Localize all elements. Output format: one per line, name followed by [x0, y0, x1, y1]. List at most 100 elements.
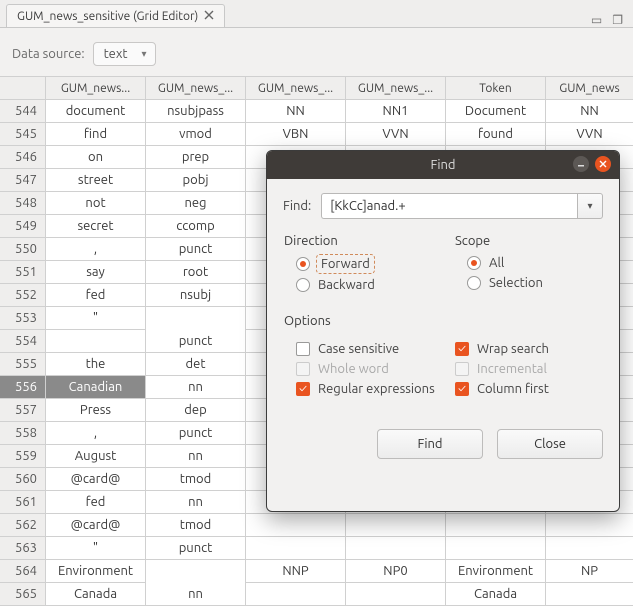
grid-cell[interactable]: nsubj	[146, 284, 246, 307]
grid-cell[interactable]: "	[46, 307, 146, 330]
grid-cell[interactable]: Press	[46, 399, 146, 422]
option-column-first[interactable]: Column first	[455, 382, 602, 396]
grid-cell[interactable]: on	[46, 146, 146, 169]
close-button[interactable]: Close	[497, 429, 603, 459]
row-number[interactable]: 556	[0, 376, 46, 399]
row-number[interactable]: 557	[0, 399, 46, 422]
grid-cell[interactable]: document	[46, 100, 146, 123]
find-input[interactable]	[321, 193, 577, 219]
row-number[interactable]: 561	[0, 491, 46, 514]
row-number[interactable]: 547	[0, 169, 46, 192]
row-number[interactable]: 549	[0, 215, 46, 238]
grid-cell[interactable]: NP0	[346, 560, 446, 583]
grid-cell[interactable]	[246, 514, 346, 537]
grid-cell[interactable]: ,	[46, 422, 146, 445]
col-header[interactable]: GUM_news_...	[246, 77, 346, 100]
grid-cell[interactable]: fed	[46, 284, 146, 307]
grid-cell[interactable]: nn	[146, 491, 246, 514]
grid-cell[interactable]: VVN	[346, 123, 446, 146]
grid-cell[interactable]: fed	[46, 491, 146, 514]
maximize-icon[interactable]: ❐	[612, 13, 623, 27]
col-header[interactable]: GUM_news...	[46, 77, 146, 100]
row-number[interactable]: 558	[0, 422, 46, 445]
grid-cell[interactable]: NNP	[246, 560, 346, 583]
grid-cell[interactable]	[546, 514, 633, 537]
grid-cell[interactable]: Environment	[46, 560, 146, 583]
close-icon[interactable]	[595, 156, 611, 172]
row-number[interactable]: 545	[0, 123, 46, 146]
grid-cell[interactable]: Canada	[446, 583, 546, 606]
row-number[interactable]: 551	[0, 261, 46, 284]
grid-cell[interactable]	[346, 514, 446, 537]
grid-cell[interactable]: dep	[146, 399, 246, 422]
table-row[interactable]: 545findvmodVBNVVNfoundVVN	[0, 123, 633, 146]
scope-selection[interactable]: Selection	[467, 276, 602, 290]
grid-cell[interactable]: pobj	[146, 169, 246, 192]
grid-cell[interactable]	[546, 537, 633, 560]
grid-cell[interactable]: ,	[46, 238, 146, 261]
grid-cell[interactable]: punct	[146, 537, 246, 560]
grid-cell[interactable]: NN	[246, 100, 346, 123]
minimize-icon[interactable]: ▭	[591, 13, 602, 27]
grid-cell[interactable]: find	[46, 123, 146, 146]
grid-cell[interactable]: nn	[146, 445, 246, 468]
grid-cell[interactable]	[146, 560, 246, 583]
grid-cell[interactable]: Document	[446, 100, 546, 123]
grid-cell[interactable]: nn	[146, 376, 246, 399]
table-row[interactable]: 562@card@tmod	[0, 514, 633, 537]
row-number[interactable]: 562	[0, 514, 46, 537]
row-number[interactable]: 552	[0, 284, 46, 307]
row-number[interactable]: 544	[0, 100, 46, 123]
grid-cell[interactable]: NN	[546, 100, 633, 123]
row-number[interactable]: 550	[0, 238, 46, 261]
grid-cell[interactable]: tmod	[146, 514, 246, 537]
grid-cell[interactable]: root	[146, 261, 246, 284]
grid-cell[interactable]	[346, 537, 446, 560]
grid-cell[interactable]	[546, 583, 633, 606]
grid-cell[interactable]: Canada	[46, 583, 146, 606]
grid-cell[interactable]: vmod	[146, 123, 246, 146]
direction-forward[interactable]: Forward	[296, 256, 431, 272]
grid-cell[interactable]: the	[46, 353, 146, 376]
grid-cell[interactable]: Canadian	[46, 376, 146, 399]
table-row[interactable]: 564EnvironmentNNPNP0EnvironmentNP	[0, 560, 633, 583]
option-regex[interactable]: Regular expressions	[296, 382, 443, 396]
find-history-dropdown[interactable]: ▾	[577, 193, 603, 219]
row-number[interactable]: 546	[0, 146, 46, 169]
grid-cell[interactable]: det	[146, 353, 246, 376]
grid-cell[interactable]	[246, 583, 346, 606]
find-button[interactable]: Find	[377, 429, 483, 459]
grid-cell[interactable]	[446, 537, 546, 560]
grid-cell[interactable]: nn	[146, 583, 246, 606]
grid-cell[interactable]: NP	[546, 560, 633, 583]
grid-cell[interactable]: say	[46, 261, 146, 284]
grid-cell[interactable]: @card@	[46, 468, 146, 491]
row-number[interactable]: 559	[0, 445, 46, 468]
dialog-titlebar[interactable]: Find	[267, 151, 619, 179]
direction-backward[interactable]: Backward	[296, 278, 431, 292]
option-case-sensitive[interactable]: Case sensitive	[296, 342, 443, 356]
col-header[interactable]: GUM_news_...	[146, 77, 246, 100]
grid-cell[interactable]: prep	[146, 146, 246, 169]
row-number[interactable]: 555	[0, 353, 46, 376]
grid-cell[interactable]: neg	[146, 192, 246, 215]
col-header[interactable]: Token	[446, 77, 546, 100]
editor-tab[interactable]: GUM_news_sensitive (Grid Editor)	[6, 4, 225, 27]
table-row[interactable]: 565CanadannCanada	[0, 583, 633, 606]
grid-cell[interactable]	[46, 330, 146, 353]
grid-cell[interactable]	[446, 514, 546, 537]
grid-cell[interactable]	[346, 583, 446, 606]
grid-cell[interactable]: NN1	[346, 100, 446, 123]
data-source-select[interactable]: text ▾	[93, 42, 156, 66]
grid-cell[interactable]	[146, 307, 246, 330]
grid-cell[interactable]: Environment	[446, 560, 546, 583]
grid-cell[interactable]: tmod	[146, 468, 246, 491]
grid-cell[interactable]: found	[446, 123, 546, 146]
table-row[interactable]: 563"punct	[0, 537, 633, 560]
grid-cell[interactable]	[246, 537, 346, 560]
close-icon[interactable]	[204, 9, 214, 23]
grid-cell[interactable]: VBN	[246, 123, 346, 146]
grid-cell[interactable]: punct	[146, 330, 246, 353]
grid-cell[interactable]: ccomp	[146, 215, 246, 238]
grid-cell[interactable]: secret	[46, 215, 146, 238]
